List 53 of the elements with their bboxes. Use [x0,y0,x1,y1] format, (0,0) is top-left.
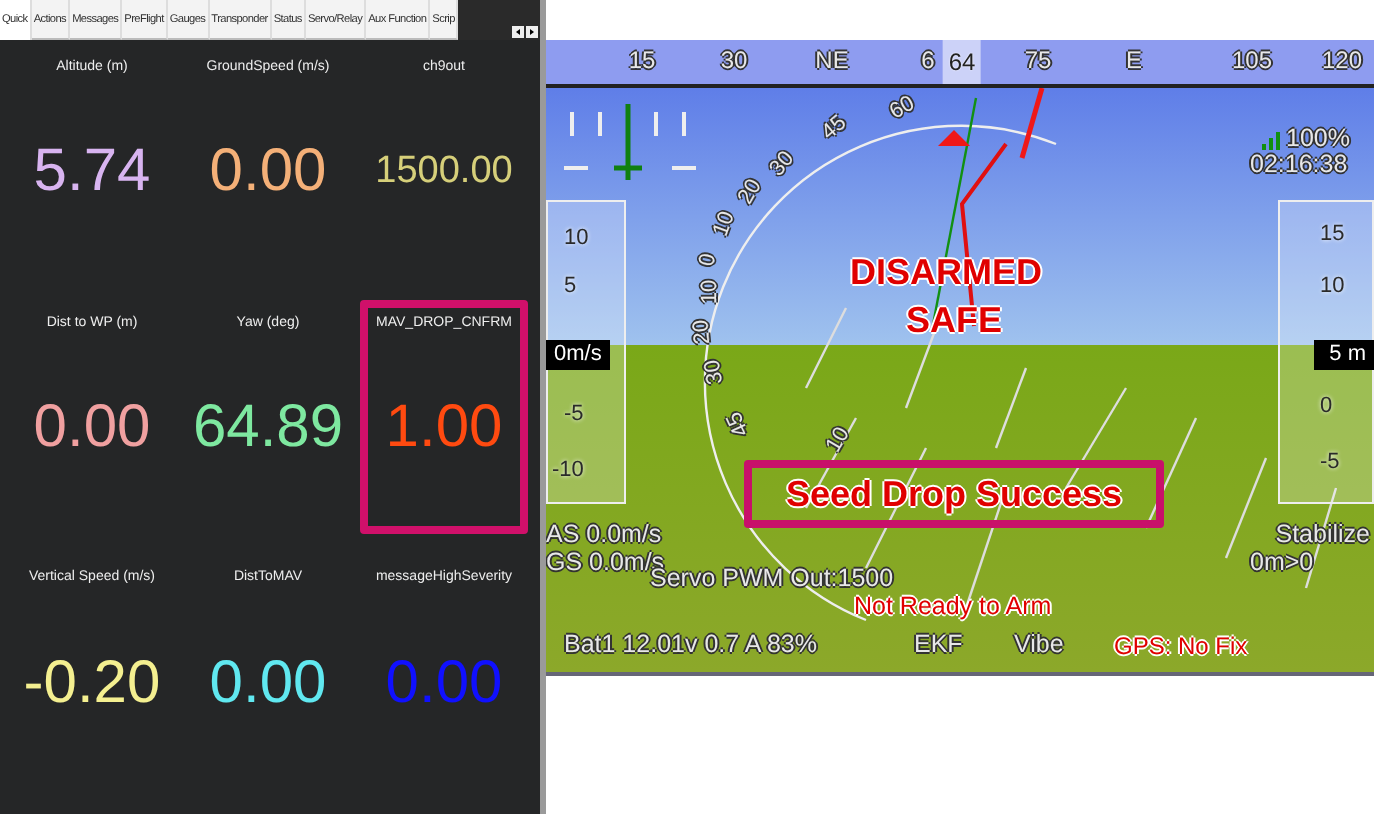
gauge-value: 1.00 [385,393,503,462]
gauge-value: 0.00 [209,649,327,718]
arm-status-text: Not Ready to Arm [854,592,1052,620]
speed-tape-label: 10 [564,226,589,250]
heading-tick-label: NE [815,46,849,74]
speed-readout: 0m/s [546,340,610,370]
altitude-readout: 5 m [1313,340,1374,370]
gps-status-text: GPS: No Fix [1114,632,1248,660]
roll-scale-label: 20 [689,318,716,346]
speed-tape-label: -5 [564,402,584,426]
gauge-value: 0.00 [33,393,151,462]
heading-tick-label: 105 [1231,46,1273,74]
link-quality: 100% [1286,124,1350,152]
airspeed-text: AS 0.0m/s [546,520,662,548]
roll-scale-label: 60 [885,91,919,125]
altitude-tape-label: 0 [1320,394,1333,418]
heading-bug-icon [1018,88,1046,160]
pitch-label: 10 [821,423,855,457]
roll-scale-label: 10 [698,279,723,305]
scroll-left-icon[interactable] [512,26,524,38]
speed-tape-label: 5 [564,274,577,298]
altitude-tape-label: 15 [1320,222,1345,246]
distance-text: 0m>0 [1250,548,1314,576]
heading-tick-label: 75 [1024,46,1052,74]
heading-tick-label: 120 [1321,46,1363,74]
gauge-value: -0.20 [23,649,161,718]
roll-scale-label: 0 [695,251,721,269]
heading-tick-label: 6 [921,46,935,74]
heading-tick-label: 15 [628,46,656,74]
gauge-value: 0.00 [385,649,503,718]
roll-scale-label: 20 [733,175,767,209]
clock-time: 02:16:38 [1250,150,1348,178]
scroll-right-icon[interactable] [526,26,538,38]
roll-pointer-icon [936,128,972,148]
ekf-text: EKF [914,630,963,658]
speed-tape-label: -10 [552,458,584,482]
altitude-tape-label: 10 [1320,274,1345,298]
heading-tick-label: 30 [720,46,748,74]
roll-scale-label: 30 [765,146,800,182]
gauge-value: 0.00 [209,138,327,207]
roll-scale-label: 45 [722,407,755,441]
heading-readout: 64 [942,40,982,84]
gauge-value: 5.74 [33,138,151,207]
roll-scale-label: 10 [708,208,740,240]
gauge-value: 64.89 [192,393,344,462]
heading-tick-label: E [1126,46,1142,74]
battery-text: Bat1 12.01v 0.7 A 83% [564,630,817,658]
vibe-text: Vibe [1014,630,1064,658]
altitude-tape-label: -5 [1320,450,1340,474]
signal-icon [1260,130,1284,150]
roll-scale-label: 30 [700,357,729,387]
gauge-value: 1500.00 [375,150,513,195]
roll-scale-label: 45 [817,110,852,146]
